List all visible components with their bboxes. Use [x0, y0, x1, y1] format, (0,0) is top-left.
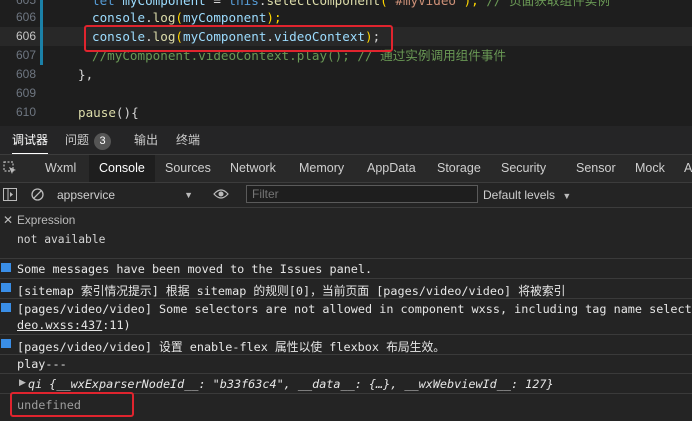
- git-change-bar: [40, 27, 43, 46]
- line-number: 607: [15, 48, 36, 62]
- tab-security[interactable]: Security: [501, 155, 546, 182]
- filter-input[interactable]: [246, 185, 478, 203]
- close-icon[interactable]: ✕: [3, 213, 13, 227]
- code-token: );: [463, 0, 487, 8]
- line-number: 608: [15, 67, 36, 81]
- code-token: log: [152, 10, 176, 25]
- code-token: );: [266, 10, 282, 25]
- git-change-bar: [40, 46, 43, 65]
- code-editor[interactable]: 605 let myComponent = this.selectCompone…: [0, 0, 692, 126]
- tab-wxml[interactable]: Wxml: [45, 155, 76, 182]
- code-token: },: [78, 67, 94, 82]
- info-icon: [1, 339, 11, 348]
- issues-count-badge: 3: [94, 133, 112, 150]
- sidebar-toggle-icon[interactable]: [3, 188, 17, 204]
- message-source: deo.wxss:437:11): [17, 318, 131, 332]
- tab-overflow[interactable]: A: [684, 155, 692, 182]
- inspect-element-icon[interactable]: [3, 161, 17, 175]
- line-number: 610: [15, 105, 36, 119]
- tab-output[interactable]: 输出: [134, 126, 158, 154]
- tab-console[interactable]: Console: [89, 155, 155, 182]
- tab-issues-label: 问题: [65, 133, 90, 147]
- source-link-tail: :11): [102, 318, 131, 332]
- source-link[interactable]: deo.wxss:437: [17, 318, 102, 332]
- code-token: (: [175, 10, 184, 25]
- line-number: 609: [15, 86, 36, 100]
- console-output: ✕ Expression not available Some messages…: [0, 208, 692, 421]
- message-text: Some messages have been moved to the Iss…: [17, 262, 373, 276]
- message-text: [pages/video/video] 设置 enable-flex 属性以使 …: [17, 340, 446, 354]
- console-message: [pages/video/video] Some selectors are n…: [0, 298, 692, 335]
- console-message: Some messages have been moved to the Iss…: [0, 258, 692, 279]
- code-token: console: [92, 10, 146, 25]
- live-expression: ✕ Expression not available: [0, 213, 692, 253]
- code-text: },: [78, 65, 93, 84]
- tab-storage[interactable]: Storage: [437, 155, 481, 182]
- eye-icon[interactable]: [213, 188, 229, 203]
- tab-sources[interactable]: Sources: [165, 155, 211, 182]
- tab-mock[interactable]: Mock: [635, 155, 665, 182]
- expand-triangle-icon[interactable]: ▶: [19, 377, 26, 388]
- annotation-box: [84, 25, 393, 52]
- code-token: '#myVideo': [387, 0, 464, 8]
- tab-appdata[interactable]: AppData: [367, 155, 416, 182]
- code-line: 610 pause(){: [0, 103, 692, 122]
- tab-sensor[interactable]: Sensor: [576, 155, 616, 182]
- context-select[interactable]: appservice ▼: [57, 186, 199, 204]
- tab-debugger[interactable]: 调试器: [12, 126, 49, 154]
- info-icon: [1, 283, 11, 292]
- console-log: play---: [0, 354, 692, 373]
- log-levels-select[interactable]: Default levels ▼: [483, 186, 571, 205]
- log-levels-value: Default levels: [483, 188, 556, 202]
- code-token: =: [205, 0, 229, 8]
- console-toolbar: appservice ▼ Default levels ▼: [0, 183, 692, 208]
- expression-label: Expression: [17, 213, 76, 227]
- console-message: [sitemap 索引情况提示] 根据 sitemap 的规则[0]，当前页面 …: [0, 278, 692, 299]
- message-text: [sitemap 索引情况提示] 根据 sitemap 的规则[0]，当前页面 …: [17, 284, 566, 298]
- panel-tab-bar: 调试器 问题 3 输出 终端: [0, 126, 692, 155]
- chevron-down-icon: ▼: [184, 190, 193, 200]
- code-token: pause: [78, 105, 116, 120]
- tab-memory[interactable]: Memory: [299, 155, 344, 182]
- chevron-down-icon: ▼: [562, 191, 572, 201]
- tab-issues[interactable]: 问题 3: [65, 126, 112, 154]
- code-token: myComponent: [183, 10, 267, 25]
- code-line: 608 },: [0, 65, 692, 84]
- code-token: myComponent: [122, 0, 206, 8]
- line-number: 606: [15, 29, 36, 43]
- code-line: 609: [0, 84, 692, 103]
- tab-network[interactable]: Network: [230, 155, 276, 182]
- code-token: .: [145, 10, 153, 25]
- code-token: selectComponent: [266, 0, 381, 8]
- devtools-tab-bar: Wxml Console Sources Network Memory AppD…: [0, 155, 692, 183]
- code-token: // 页面获取组件实例: [486, 0, 610, 8]
- context-select-value: appservice: [57, 188, 116, 202]
- code-token: (: [380, 0, 388, 8]
- info-icon: [1, 263, 11, 272]
- code-token: let: [92, 0, 123, 8]
- object-preview: qi {__wxExparserNodeId__: "b33f63c4", __…: [28, 377, 554, 391]
- console-message: [pages/video/video] 设置 enable-flex 属性以使 …: [0, 334, 692, 355]
- code-token: this: [228, 0, 259, 8]
- message-text: [pages/video/video] Some selectors are n…: [17, 302, 692, 316]
- log-text: play---: [17, 357, 67, 371]
- git-change-bar: [40, 8, 43, 27]
- code-text: pause(){: [78, 103, 139, 122]
- code-token: (){: [115, 105, 139, 120]
- expression-value: not available: [17, 233, 106, 246]
- console-object[interactable]: ▶ qi {__wxExparserNodeId__: "b33f63c4", …: [0, 373, 692, 394]
- info-icon: [1, 303, 11, 312]
- line-number: 606: [15, 10, 36, 24]
- annotation-box: [10, 392, 134, 417]
- tab-terminal[interactable]: 终端: [176, 126, 200, 154]
- clear-console-icon[interactable]: [31, 188, 44, 204]
